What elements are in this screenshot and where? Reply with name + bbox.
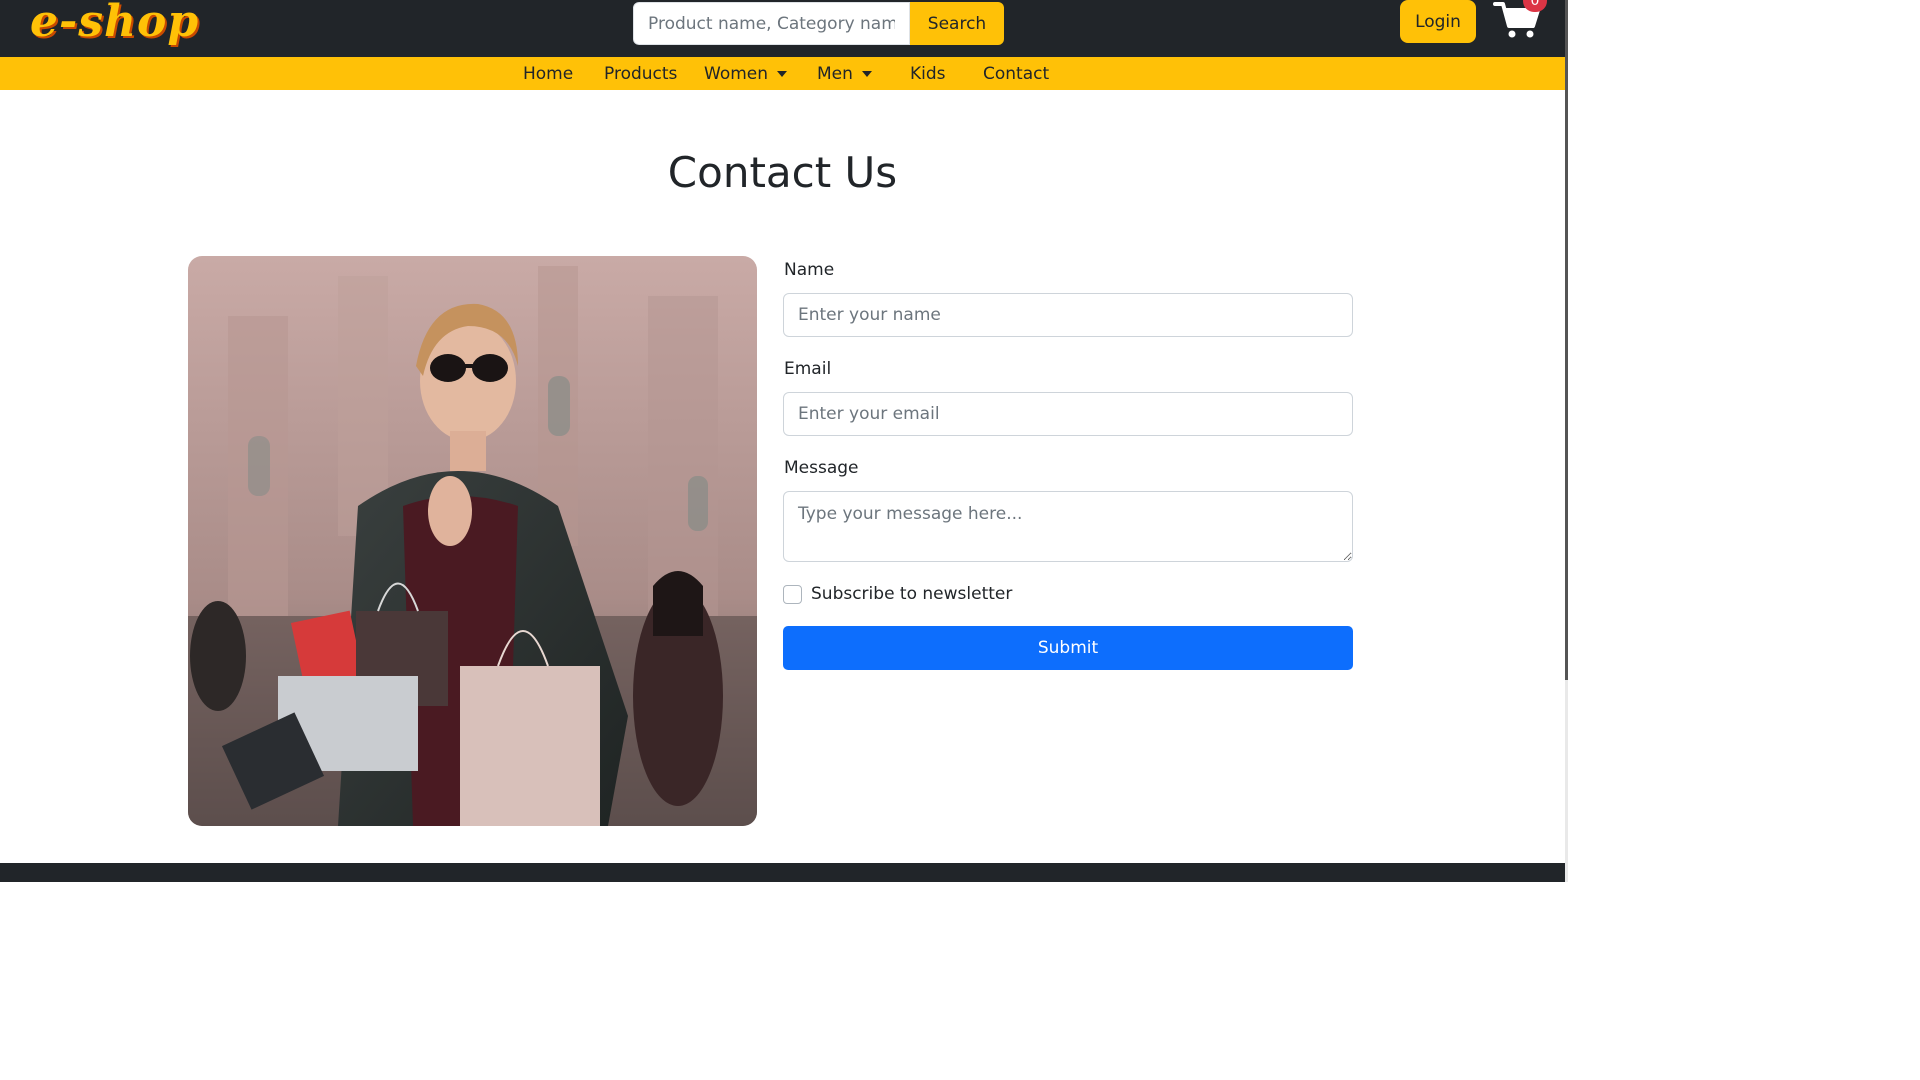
nav-item-label: Women <box>704 63 769 84</box>
scrollbar-thumb[interactable] <box>1565 0 1568 680</box>
nav-item-kids[interactable]: Kids <box>910 57 946 90</box>
nav-item-label: Contact <box>983 63 1050 84</box>
footer <box>0 863 1565 882</box>
nav-item-label: Kids <box>910 63 946 84</box>
nav-item-contact[interactable]: Contact <box>983 57 1049 90</box>
nav-item-label: Men <box>817 63 853 84</box>
submit-button[interactable]: Submit <box>783 626 1353 670</box>
nav-item-women[interactable]: Women <box>704 57 788 90</box>
logo[interactable]: e-shop <box>30 0 199 47</box>
nav-item-home[interactable]: Home <box>523 57 573 90</box>
newsletter-checkbox[interactable] <box>783 585 802 604</box>
search-bar: Search <box>633 2 1004 45</box>
nav-item-label: Home <box>523 63 574 84</box>
login-button[interactable]: Login <box>1400 0 1476 43</box>
search-input[interactable] <box>633 2 910 45</box>
message-field[interactable] <box>783 491 1353 562</box>
email-field[interactable] <box>783 392 1353 436</box>
email-label: Email <box>784 359 832 379</box>
nav-item-products[interactable]: Products <box>604 57 677 90</box>
page-title: Contact Us <box>667 148 898 197</box>
search-button[interactable]: Search <box>910 2 1004 45</box>
caret-down-icon <box>861 71 872 77</box>
caret-down-icon <box>777 71 788 77</box>
name-field[interactable] <box>783 293 1353 337</box>
nav-item-label: Products <box>604 63 678 84</box>
shopping-woman-photo <box>188 256 757 826</box>
message-label: Message <box>784 458 859 478</box>
newsletter-label[interactable]: Subscribe to newsletter <box>811 584 1012 604</box>
name-label: Name <box>784 260 835 280</box>
nav-item-men[interactable]: Men <box>817 57 872 90</box>
